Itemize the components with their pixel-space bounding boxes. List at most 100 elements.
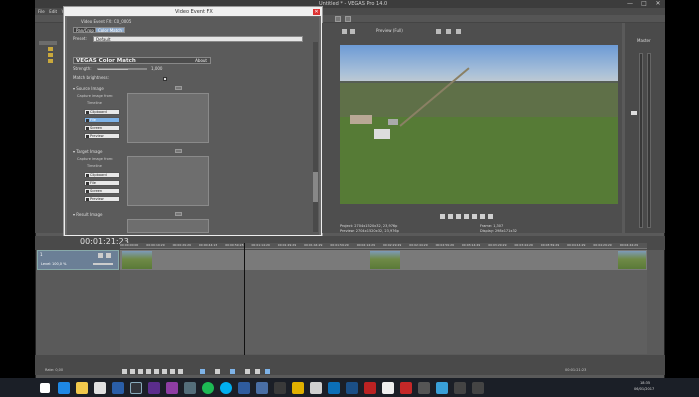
skype-icon[interactable] xyxy=(220,382,232,394)
level-value[interactable]: 100,0 % xyxy=(52,262,66,266)
prev-frame-icon[interactable] xyxy=(480,214,485,219)
minimize-button[interactable]: — xyxy=(623,0,637,8)
source-image-header[interactable]: ▾ Source Image xyxy=(73,86,104,91)
record-icon[interactable] xyxy=(122,369,127,374)
fx-window-titlebar[interactable]: Video Event FX ✕ xyxy=(65,8,321,16)
master-fader[interactable] xyxy=(631,111,637,115)
play-icon[interactable] xyxy=(146,369,151,374)
ie-icon[interactable] xyxy=(58,382,70,394)
stop-icon[interactable] xyxy=(472,214,477,219)
arrow-icon[interactable] xyxy=(274,382,286,394)
project-properties-icon[interactable] xyxy=(342,29,347,34)
folder-icon[interactable] xyxy=(48,47,53,51)
video-track-lane[interactable] xyxy=(120,250,647,270)
external-monitor-icon[interactable] xyxy=(350,29,355,34)
go-to-start-icon[interactable] xyxy=(170,369,175,374)
play-icon[interactable] xyxy=(456,214,461,219)
app4-icon[interactable] xyxy=(328,382,340,394)
timeline-ruler[interactable]: 00:00:00:00 00:00:19:29 00:00:29:29 00:00:4… xyxy=(120,243,647,249)
timeline-empty-area[interactable] xyxy=(120,270,647,354)
video-clip[interactable] xyxy=(370,251,400,269)
source-screen-button[interactable]: Screen xyxy=(84,125,120,131)
source-file-button[interactable]: File xyxy=(84,117,120,123)
calc-icon[interactable] xyxy=(418,382,430,394)
video-clip[interactable] xyxy=(122,251,152,269)
level-slider[interactable] xyxy=(93,263,113,265)
split-screen-icon[interactable] xyxy=(436,29,441,34)
source-clipboard-button[interactable]: Clipboard xyxy=(84,109,120,115)
normal-edit-tool-icon[interactable] xyxy=(200,369,205,374)
folder-icon[interactable] xyxy=(48,59,53,63)
pdf-icon[interactable] xyxy=(400,382,412,394)
trim-icon[interactable] xyxy=(255,369,260,374)
tray-time[interactable]: 18:35 xyxy=(640,381,650,385)
app2-icon[interactable] xyxy=(256,382,268,394)
play-from-start-icon[interactable] xyxy=(448,214,453,219)
menu-edit[interactable]: Edit xyxy=(49,8,57,15)
app5-icon[interactable] xyxy=(472,382,484,394)
target-preview-button[interactable]: Preview xyxy=(84,196,120,202)
video-track-header[interactable]: 1 Level: 100,0 % xyxy=(37,250,119,270)
video-clip[interactable] xyxy=(618,251,646,269)
pause-icon[interactable] xyxy=(154,369,159,374)
target-file-button[interactable]: File xyxy=(84,180,120,186)
playhead-cursor[interactable] xyxy=(244,243,245,355)
about-button[interactable]: About xyxy=(195,58,207,64)
tab-pan-crop[interactable]: Pan/Crop xyxy=(73,27,97,33)
fx-scrollbar[interactable] xyxy=(313,42,318,232)
loop-icon[interactable] xyxy=(440,214,445,219)
mute-icon[interactable] xyxy=(98,253,103,258)
stop-icon[interactable] xyxy=(162,369,167,374)
match-brightness-checkbox[interactable] xyxy=(163,77,167,81)
media-icon[interactable] xyxy=(166,382,178,394)
play-from-start-icon[interactable] xyxy=(138,369,143,374)
strength-slider[interactable] xyxy=(97,68,147,70)
vegas-icon[interactable] xyxy=(112,382,124,394)
go-to-end-icon[interactable] xyxy=(178,369,183,374)
solo-icon[interactable] xyxy=(106,253,111,258)
folder-icon[interactable] xyxy=(76,382,88,394)
app-icon[interactable] xyxy=(184,382,196,394)
chrome-icon[interactable] xyxy=(94,382,106,394)
folder-icon[interactable] xyxy=(48,53,53,57)
toolbar-tool-icon[interactable] xyxy=(335,16,341,22)
premiere-icon[interactable] xyxy=(148,382,160,394)
strength-value[interactable]: 1,000 xyxy=(151,66,162,72)
toolbar-tool-icon[interactable] xyxy=(345,16,351,22)
target-screen-button[interactable]: Screen xyxy=(84,188,120,194)
audio-icon[interactable] xyxy=(238,382,250,394)
scrollbar-thumb[interactable] xyxy=(313,172,318,202)
snapshot-icon[interactable] xyxy=(456,29,461,34)
snap-icon[interactable] xyxy=(265,369,270,374)
menu-file[interactable]: File xyxy=(38,8,45,15)
tab-color-match[interactable]: Color Match xyxy=(95,27,125,33)
result-image-header[interactable]: ▾ Result Image xyxy=(73,212,102,217)
app3-icon[interactable] xyxy=(310,382,322,394)
app3-icon[interactable] xyxy=(292,382,304,394)
overlays-icon[interactable] xyxy=(446,29,451,34)
windows-start-icon[interactable] xyxy=(40,383,50,393)
tree-item[interactable] xyxy=(39,41,57,45)
lightroom-icon[interactable] xyxy=(130,382,142,394)
envelope-tool-icon[interactable] xyxy=(215,369,220,374)
preview-quality-dropdown[interactable]: Preview (Full) xyxy=(376,28,403,33)
pause-icon[interactable] xyxy=(464,214,469,219)
pdf-icon[interactable] xyxy=(364,382,376,394)
preset-dropdown[interactable]: Default xyxy=(93,36,303,42)
app4-icon[interactable] xyxy=(346,382,358,394)
close-app-button[interactable]: ✕ xyxy=(651,0,665,8)
auto-ripple-icon[interactable] xyxy=(230,369,235,374)
close-icon[interactable]: ✕ xyxy=(313,9,320,15)
loop-icon[interactable] xyxy=(130,369,135,374)
next-frame-icon[interactable] xyxy=(488,214,493,219)
target-image-header[interactable]: ▾ Target Image xyxy=(73,149,102,154)
maximize-button[interactable]: □ xyxy=(637,0,651,8)
spotify-icon[interactable] xyxy=(202,382,214,394)
split-icon[interactable] xyxy=(245,369,250,374)
target-clipboard-button[interactable]: Clipboard xyxy=(84,172,120,178)
tray-date[interactable]: 06/01/2017 xyxy=(634,387,654,391)
source-preview-button[interactable]: Preview xyxy=(84,133,120,139)
app5-icon[interactable] xyxy=(436,382,448,394)
app5-icon[interactable] xyxy=(454,382,466,394)
app5-icon[interactable] xyxy=(382,382,394,394)
